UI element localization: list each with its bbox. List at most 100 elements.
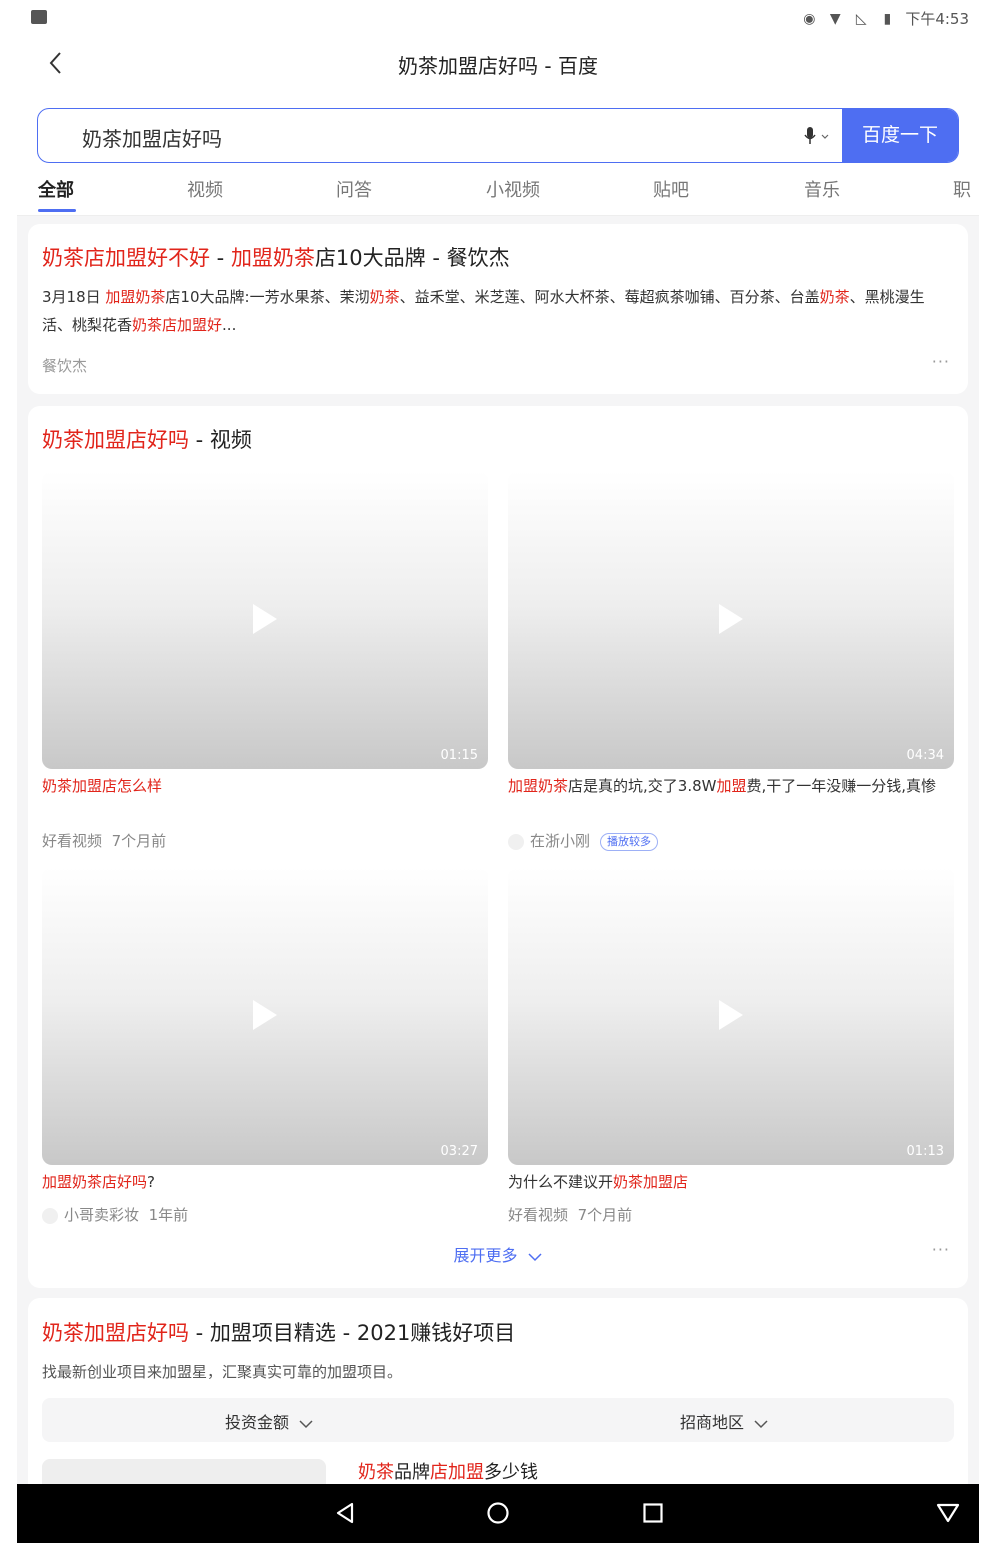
search-result-card[interactable]: 奶茶店加盟好不好 - 加盟奶茶店10大品牌 - 餐饮杰 3月18日 加盟奶茶店1… [28, 224, 968, 394]
video-title-text: 店是真的坑,交了3.8W [568, 777, 717, 795]
tab-jobs[interactable]: 职 [953, 176, 971, 202]
chevron-down-icon [528, 1252, 542, 1261]
result-title-text: - [210, 246, 231, 270]
result-title-keyword: 奶茶店加盟好不好 [42, 246, 210, 270]
video-duration: 03:27 [440, 1144, 478, 1159]
video-card-title-keyword: 奶茶加盟店好吗 [42, 428, 189, 452]
snippet-date: 3月18日 [42, 288, 106, 306]
no-signal-icon: ◺ [855, 10, 867, 27]
video-title-keyword: 奶茶加盟店 [613, 1173, 689, 1191]
snippet-text: 、益禾堂、米芝莲、阿水大杯茶、莓超疯茶咖铺、百分茶、台盖 [399, 288, 820, 306]
video-title-text: 费,干了一年没赚一分钱,真惨 [746, 777, 937, 795]
search-tabs: 全部 视频 问答 小视频 贴吧 音乐 职 [17, 172, 979, 216]
snippet-keyword: 奶茶 [369, 288, 400, 306]
video-title-keyword: 加盟奶茶店好吗 [42, 1173, 148, 1191]
status-bar: ◉ ▼ ◺ ▮ 下午4:53 [17, 0, 979, 36]
more-options-button[interactable]: ··· [932, 1240, 950, 1259]
active-tab-indicator [38, 209, 76, 212]
avatar [508, 833, 524, 850]
video-thumbnail[interactable]: 01:13 [508, 867, 954, 1165]
microphone-icon [804, 127, 829, 144]
play-icon [719, 604, 743, 634]
video-meta: 在浙小刚 播放较多 [508, 830, 659, 851]
nav-home-button[interactable] [486, 1501, 510, 1525]
screen: ◉ ▼ ◺ ▮ 下午4:53 奶茶加盟店好吗 - 百度 奶茶加盟店好吗 百度一下 [17, 0, 979, 1543]
video-results-card: 奶茶加盟店好吗 - 视频 01:15 奶茶加盟店怎么样 好看视频 7个月前 04… [28, 406, 968, 1288]
video-duration: 01:15 [440, 748, 478, 763]
gallery-notification-icon [31, 10, 47, 24]
video-title-text: ? [147, 1173, 155, 1191]
video-title[interactable]: 奶茶加盟店怎么样 [42, 774, 488, 798]
video-title-text: 为什么不建议开 [508, 1173, 614, 1191]
tab-video[interactable]: 视频 [187, 176, 223, 202]
search-input[interactable]: 奶茶加盟店好吗 [82, 123, 222, 152]
video-thumbnail[interactable]: 03:27 [42, 867, 488, 1165]
project-title-text: 多少钱 [484, 1462, 538, 1483]
page-title: 奶茶加盟店好吗 - 百度 [398, 54, 598, 78]
play-icon [719, 1000, 743, 1030]
video-source: 好看视频 [508, 1206, 569, 1224]
nav-back-button[interactable] [333, 1501, 357, 1525]
filter-bar: 投资金额 招商地区 [42, 1398, 954, 1442]
result-snippet: 3月18日 加盟奶茶店10大品牌:一芳水果茶、茉沏奶茶、益禾堂、米芝莲、阿水大杯… [42, 283, 942, 339]
filter-label: 招商地区 [680, 1413, 745, 1432]
expand-more-button[interactable]: 展开更多 [28, 1242, 968, 1266]
navigation-bar [17, 1484, 979, 1543]
search-bar: 奶茶加盟店好吗 百度一下 [37, 108, 959, 163]
popular-badge: 播放较多 [600, 832, 659, 851]
result-title-text: - 加盟项目精选 - 2021赚钱好项目 [189, 1321, 516, 1345]
video-meta: 小哥卖彩妆 1年前 [42, 1204, 188, 1225]
nav-hide-keyboard-button[interactable] [935, 1501, 961, 1525]
video-time: 1年前 [148, 1206, 189, 1224]
video-time: 7个月前 [577, 1206, 633, 1224]
video-card-title[interactable]: 奶茶加盟店好吗 - 视频 [42, 424, 252, 454]
video-title[interactable]: 为什么不建议开奶茶加盟店 [508, 1170, 954, 1194]
tab-all[interactable]: 全部 [38, 176, 74, 202]
nav-recents-button[interactable] [641, 1501, 665, 1525]
project-title[interactable]: 奶茶品牌店加盟多少钱 [358, 1458, 538, 1484]
result-title[interactable]: 奶茶店加盟好不好 - 加盟奶茶店10大品牌 - 餐饮杰 [42, 242, 510, 272]
result-title-keyword: 加盟奶茶 [230, 246, 315, 270]
tab-music[interactable]: 音乐 [804, 176, 840, 202]
battery-icon: ▮ [883, 10, 892, 27]
tab-short-video[interactable]: 小视频 [486, 176, 540, 202]
region-filter[interactable]: 招商地区 [680, 1409, 769, 1433]
title-bar: 奶茶加盟店好吗 - 百度 [17, 36, 979, 92]
video-title[interactable]: 加盟奶茶店好吗? [42, 1170, 488, 1194]
video-thumbnail[interactable]: 04:34 [508, 471, 954, 769]
snippet-text: ... [222, 316, 237, 334]
franchise-result-card[interactable]: 奶茶加盟店好吗 - 加盟项目精选 - 2021赚钱好项目 找最新创业项目来加盟星… [28, 1298, 968, 1499]
result-title-text: 店10大品牌 - 餐饮杰 [314, 246, 510, 270]
video-meta: 好看视频 7个月前 [508, 1204, 632, 1225]
voice-search-button[interactable] [802, 125, 832, 147]
tab-qa[interactable]: 问答 [336, 176, 372, 202]
project-title-keyword: 奶茶 [358, 1462, 394, 1483]
video-title-keyword: 奶茶加盟店怎么样 [42, 777, 163, 795]
video-author: 小哥卖彩妆 [64, 1206, 140, 1224]
video-title-keyword: 加盟 [716, 777, 747, 795]
video-time: 7个月前 [111, 832, 167, 850]
tab-tieba[interactable]: 贴吧 [653, 176, 689, 202]
video-source: 好看视频 [42, 832, 103, 850]
search-button[interactable]: 百度一下 [842, 109, 958, 162]
video-meta: 好看视频 7个月前 [42, 830, 166, 851]
result-title-keyword: 奶茶加盟店好吗 [42, 1321, 189, 1345]
play-icon [253, 1000, 277, 1030]
snippet-keyword: 奶茶店加盟好 [132, 316, 223, 334]
video-thumbnail[interactable]: 01:15 [42, 471, 488, 769]
more-options-button[interactable]: ··· [932, 352, 950, 371]
chevron-down-icon [754, 1419, 768, 1428]
project-title-text: 品牌 [394, 1462, 430, 1483]
filter-label: 投资金额 [225, 1413, 290, 1432]
video-duration: 01:13 [906, 1144, 944, 1159]
result-source: 餐饮杰 [42, 357, 88, 375]
video-title[interactable]: 加盟奶茶店是真的坑,交了3.8W加盟费,干了一年没赚一分钱,真惨 [508, 774, 954, 798]
status-time: 下午4:53 [905, 10, 969, 28]
video-card-title-text: - 视频 [189, 428, 252, 452]
video-title-keyword: 加盟奶茶 [508, 777, 569, 795]
play-icon [253, 604, 277, 634]
investment-filter[interactable]: 投资金额 [225, 1409, 314, 1433]
snippet-keyword: 加盟奶茶 [105, 288, 166, 306]
result-title[interactable]: 奶茶加盟店好吗 - 加盟项目精选 - 2021赚钱好项目 [42, 1317, 515, 1347]
location-icon: ◉ [803, 10, 816, 27]
